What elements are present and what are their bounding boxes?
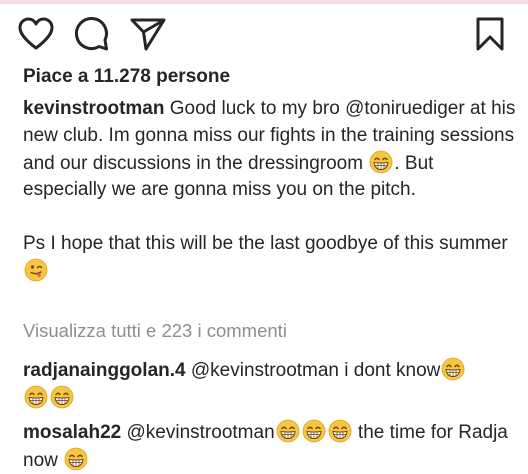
grinning-face-emoji (24, 385, 48, 409)
action-bar (0, 10, 528, 60)
likes-count[interactable]: Piace a 11.278 persone (23, 66, 230, 88)
save-button[interactable] (470, 14, 510, 54)
comment-username[interactable]: radjanainggolan.4 (23, 360, 186, 381)
caption-text-1: Good luck to my bro (164, 98, 346, 119)
caption-username[interactable]: kevinstrootman (23, 98, 164, 119)
winking-tongue-face-emoji (24, 258, 48, 282)
grinning-face-emoji (64, 447, 88, 471)
comment-text: i dont know (339, 360, 441, 381)
comment-bubble-icon (74, 17, 108, 51)
grinning-face-emoji (441, 357, 465, 381)
grinning-face-emoji (328, 419, 352, 443)
comment-item: radjanainggolan.4 @kevinstrootman i dont… (23, 357, 518, 412)
view-all-comments-link[interactable]: Visualizza tutti e 223 i commenti (23, 320, 287, 342)
bookmark-icon (476, 17, 504, 51)
comment-button[interactable] (72, 14, 112, 54)
grinning-face-emoji (369, 150, 393, 174)
paper-plane-icon (130, 18, 166, 51)
like-button[interactable] (16, 14, 56, 54)
heart-icon (18, 17, 54, 50)
share-button[interactable] (128, 14, 168, 54)
comment-mention[interactable]: @kevinstrootman (127, 422, 275, 443)
grinning-face-emoji (276, 419, 300, 443)
grinning-face-emoji (50, 385, 74, 409)
post-caption: kevinstrootman Good luck to my bro @toni… (23, 96, 518, 286)
comment-item: mosalah22 @kevinstrootman the time for R… (23, 419, 518, 474)
grinning-face-emoji (302, 419, 326, 443)
caption-ps-text: Ps I hope that this will be the last goo… (23, 233, 508, 255)
caption-mention[interactable]: @toniruediger (345, 98, 465, 119)
comment-mention[interactable]: @kevinstrootman (191, 360, 339, 381)
comment-username[interactable]: mosalah22 (23, 422, 121, 443)
top-divider (0, 0, 528, 4)
